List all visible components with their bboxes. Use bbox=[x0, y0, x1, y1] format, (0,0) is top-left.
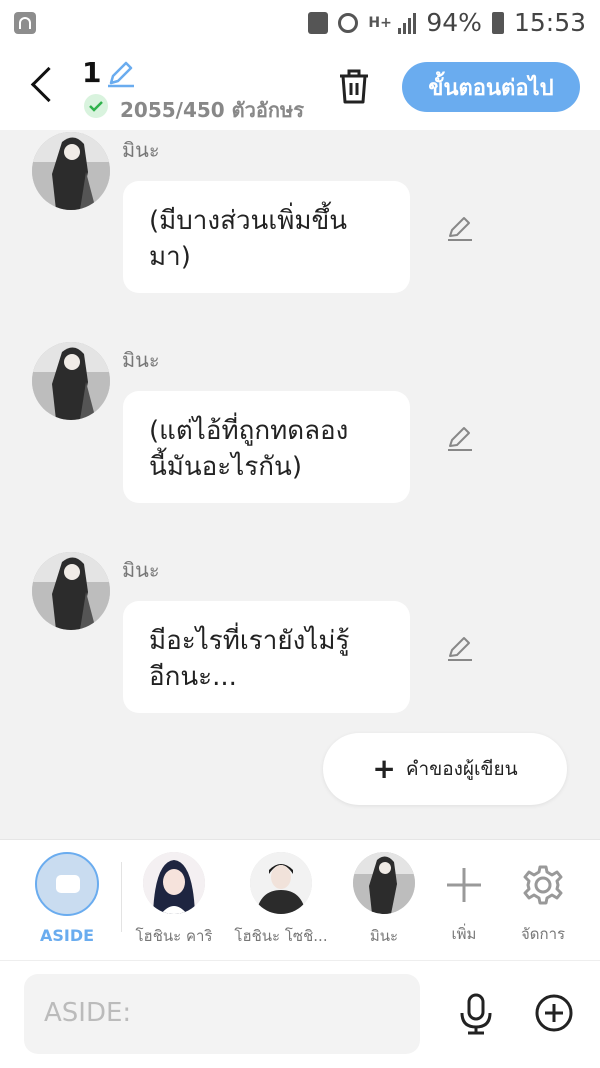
aside-chat-icon bbox=[35, 852, 99, 916]
character-selector: ASIDE โฮชินะ คาริ โฮชินะ โซชิ... มินะ เพ… bbox=[0, 839, 600, 960]
editor-header: 1 2055/450 ตัวอักษร ขั้นตอนต่อไป bbox=[0, 48, 600, 130]
character-label: โฮชินะ โซชิ... bbox=[234, 927, 328, 945]
manage-label: จัดการ bbox=[520, 925, 566, 943]
avatar bbox=[250, 852, 312, 914]
avatar[interactable] bbox=[32, 552, 110, 630]
status-bar: H+ 94% 15:53 bbox=[0, 0, 600, 48]
sender-name: มินะ bbox=[122, 558, 160, 582]
sender-name: มินะ bbox=[122, 138, 160, 162]
plus-icon bbox=[447, 868, 481, 902]
status-icons: H+ 94% 15:53 bbox=[308, 8, 586, 37]
battery-icon bbox=[491, 11, 504, 34]
avatar bbox=[143, 852, 205, 914]
message-bubble[interactable]: (มีบางส่วนเพิ่มขึ้น มา) bbox=[123, 181, 410, 293]
episode-number: 1 bbox=[82, 56, 102, 89]
author-note-label: คำของผู้เขียน bbox=[405, 758, 518, 780]
edit-title-icon[interactable] bbox=[106, 58, 136, 88]
battery-percent: 94% bbox=[426, 8, 482, 37]
message-text-line: นี้มันอะไรกัน) bbox=[149, 452, 302, 482]
character-label: โฮชินะ คาริ bbox=[135, 927, 213, 945]
message-text-line: (แต่ไอ้ที่ถูกทดลอง bbox=[149, 416, 349, 446]
manage-button[interactable]: จัดการ bbox=[493, 852, 593, 946]
message-text-line: มีอะไรที่เรายังไม่รู้ bbox=[149, 626, 350, 656]
battery-saver-icon bbox=[308, 11, 329, 34]
clock: 15:53 bbox=[513, 8, 586, 37]
avatar[interactable] bbox=[32, 132, 110, 210]
character-counter: 2055/450 ตัวอักษร bbox=[120, 98, 304, 122]
signal-icon bbox=[398, 12, 417, 34]
trash-icon[interactable] bbox=[336, 66, 372, 106]
alarm-icon bbox=[338, 12, 359, 33]
edit-message-icon[interactable] bbox=[446, 634, 474, 662]
edit-message-icon[interactable] bbox=[446, 424, 474, 452]
check-icon bbox=[84, 94, 108, 118]
message-bubble[interactable]: (แต่ไอ้ที่ถูกทดลอง นี้มันอะไรกัน) bbox=[123, 391, 410, 503]
add-circle-icon[interactable] bbox=[534, 993, 574, 1033]
sender-name: มินะ bbox=[122, 348, 160, 372]
wifi-icon bbox=[14, 12, 36, 34]
input-bar: ASIDE: bbox=[0, 960, 600, 1068]
plus-icon: + bbox=[372, 752, 396, 785]
message-bubble[interactable]: มีอะไรที่เรายังไม่รู้ อีกนะ... bbox=[123, 601, 410, 713]
message-input[interactable]: ASIDE: bbox=[24, 974, 420, 1054]
character-aside[interactable]: ASIDE bbox=[17, 852, 117, 945]
message-text-line: อีกนะ... bbox=[149, 662, 237, 692]
character-label: ASIDE bbox=[39, 926, 95, 945]
avatar bbox=[353, 852, 415, 914]
message-text-line: (มีบางส่วนเพิ่มขึ้น bbox=[149, 206, 348, 236]
edit-message-icon[interactable] bbox=[446, 214, 474, 242]
microphone-icon[interactable] bbox=[458, 993, 494, 1035]
divider bbox=[121, 862, 122, 932]
back-icon[interactable] bbox=[30, 66, 67, 103]
author-note-button[interactable]: + คำของผู้เขียน bbox=[323, 733, 567, 805]
network-type: H+ bbox=[368, 14, 392, 31]
message-text-line: มา) bbox=[149, 242, 191, 272]
next-step-button[interactable]: ขั้นตอนต่อไป bbox=[402, 62, 580, 112]
gear-icon bbox=[523, 865, 563, 905]
character-soshiro[interactable]: โฮชินะ โซชิ... bbox=[231, 852, 331, 948]
character-kari[interactable]: โฮชินะ คาริ bbox=[124, 852, 224, 948]
avatar[interactable] bbox=[32, 342, 110, 420]
